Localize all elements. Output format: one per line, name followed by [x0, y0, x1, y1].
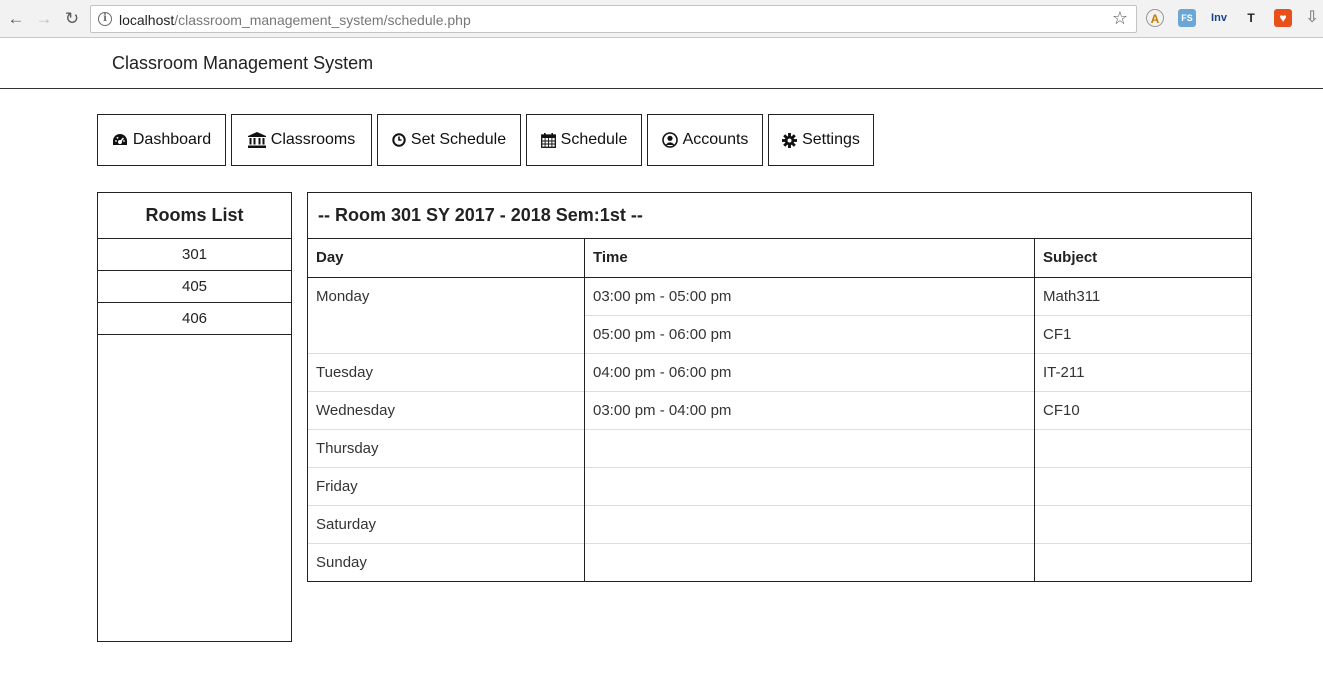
app-header: Classroom Management System: [0, 38, 1323, 89]
clock-icon: [392, 133, 406, 147]
classrooms-button[interactable]: Classrooms: [231, 114, 372, 166]
forward-arrow-icon[interactable]: →: [34, 8, 54, 30]
extension-inv-icon[interactable]: Inv: [1208, 9, 1230, 27]
time-cell: 03:00 pm - 04:00 pm: [585, 392, 1034, 430]
day-cell: Monday: [308, 278, 584, 354]
day-header: Day: [308, 239, 584, 278]
time-cell: [585, 430, 1034, 468]
subject-cell: Math311: [1035, 278, 1251, 316]
schedule-label: Schedule: [560, 131, 628, 148]
day-cell: Thursday: [308, 430, 584, 468]
day-column: Day Monday Tuesday Wednesday Thursday Fr…: [308, 239, 585, 581]
dashboard-label: Dashboard: [132, 131, 212, 148]
room-item-301[interactable]: 301: [98, 239, 291, 271]
time-cell: 03:00 pm - 05:00 pm: [585, 278, 1034, 316]
app-title[interactable]: Classroom Management System: [112, 53, 373, 74]
extension-shield-icon[interactable]: ♥: [1274, 9, 1292, 27]
browser-toolbar: ← → ↻ i localhost/classroom_management_s…: [0, 0, 1323, 38]
user-circle-icon: [661, 132, 678, 148]
day-cell: Tuesday: [308, 354, 584, 392]
room-item-406[interactable]: 406: [98, 303, 291, 335]
time-header: Time: [585, 239, 1034, 278]
time-cell: [585, 468, 1034, 506]
day-cell: Sunday: [316, 554, 367, 571]
subject-cell: [1035, 506, 1251, 544]
back-arrow-icon[interactable]: ←: [6, 8, 26, 30]
download-arrow-icon[interactable]: ⇩: [1303, 9, 1321, 27]
calendar-icon: [540, 132, 556, 148]
bank-icon: [247, 132, 266, 148]
dashboard-icon: [112, 134, 127, 145]
time-cell: 05:00 pm - 06:00 pm: [585, 316, 1034, 354]
set-schedule-label: Set Schedule: [410, 131, 507, 148]
bookmark-star-icon[interactable]: ☆: [1112, 8, 1128, 29]
extension-t-icon[interactable]: T: [1242, 9, 1260, 27]
accounts-label: Accounts: [682, 131, 749, 148]
reload-icon[interactable]: ↻: [62, 8, 82, 30]
day-cell: Wednesday: [308, 392, 584, 430]
subject-cell: [1035, 468, 1251, 506]
subject-cell: [1035, 430, 1251, 468]
url-text[interactable]: localhost/classroom_management_system/sc…: [119, 12, 471, 28]
time-cell: 04:00 pm - 06:00 pm: [585, 354, 1034, 392]
subject-cell: IT-211: [1035, 354, 1251, 392]
settings-label: Settings: [802, 131, 860, 148]
extension-a-icon[interactable]: A: [1146, 9, 1164, 27]
day-cell: Saturday: [308, 506, 584, 544]
info-icon[interactable]: i: [98, 12, 112, 26]
settings-button[interactable]: Settings: [768, 114, 874, 166]
time-column: Time 03:00 pm - 05:00 pm 05:00 pm - 06:0…: [585, 239, 1035, 581]
address-bar[interactable]: i localhost/classroom_management_system/…: [90, 5, 1137, 33]
rooms-list-panel: Rooms List 301 405 406: [97, 192, 292, 642]
subject-cell: [1035, 544, 1251, 582]
schedule-table: -- Room 301 SY 2017 - 2018 Sem:1st -- Da…: [307, 192, 1252, 582]
subject-cell: CF1: [1035, 316, 1251, 354]
gear-icon: [782, 132, 798, 148]
classrooms-label: Classrooms: [270, 131, 356, 148]
extension-fs-icon[interactable]: FS: [1178, 9, 1196, 27]
accounts-button[interactable]: Accounts: [647, 114, 763, 166]
set-schedule-button[interactable]: Set Schedule: [377, 114, 521, 166]
subject-header: Subject: [1035, 239, 1251, 278]
room-item-405[interactable]: 405: [98, 271, 291, 303]
schedule-button[interactable]: Schedule: [526, 114, 642, 166]
subject-cell: CF10: [1035, 392, 1251, 430]
rooms-list-title: Rooms List: [98, 193, 291, 239]
schedule-title: -- Room 301 SY 2017 - 2018 Sem:1st --: [308, 193, 1251, 239]
day-cell: Friday: [308, 468, 584, 506]
dashboard-button[interactable]: Dashboard: [97, 114, 226, 166]
time-cell: [585, 506, 1034, 544]
subject-column: Subject Math311 CF1 IT-211 CF10: [1035, 239, 1251, 581]
time-cell: [585, 544, 1034, 582]
